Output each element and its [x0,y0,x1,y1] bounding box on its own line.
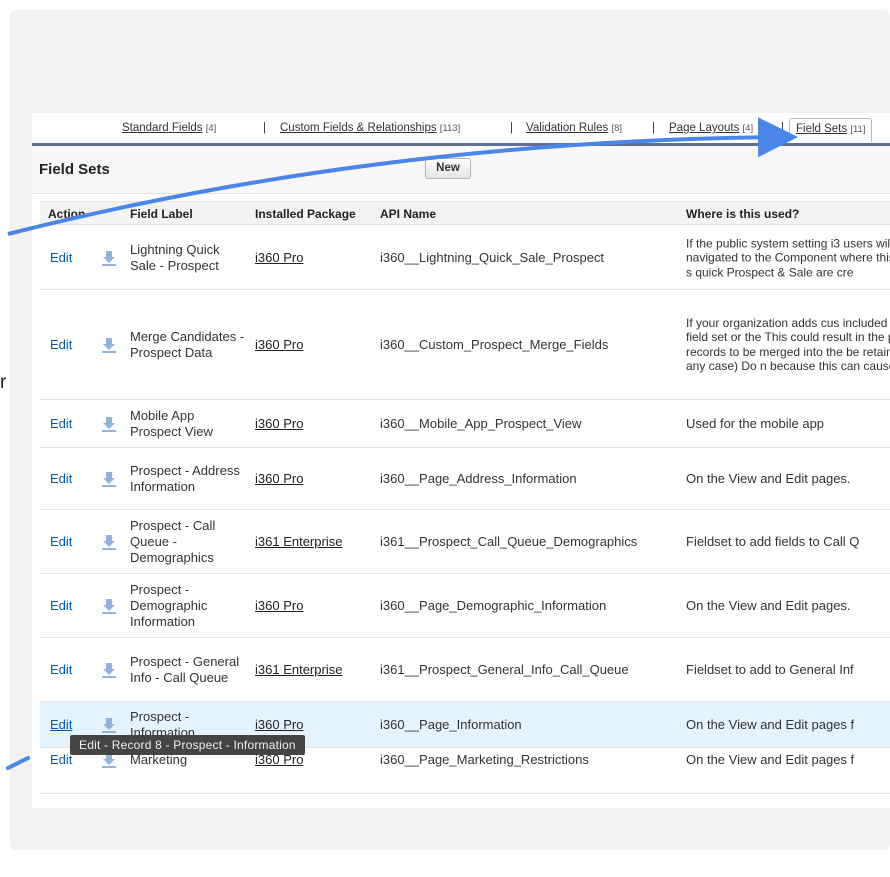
field-label: Prospect - General Info - Call Queue [130,653,240,685]
where-used: Fieldset to add fields to Call Q [686,533,860,549]
table-row: Edit Mobile App Prospect View i360 Pro i… [40,400,890,448]
package-link[interactable]: i360 Pro [255,337,303,353]
tab-custom-fields-relationships[interactable]: Custom Fields & Relationships [113] [280,122,460,134]
field-label: Prospect - Demographic Information [130,581,208,629]
column-header-where-used: Where is this used? [686,207,800,221]
edge-text-fragment: r [0,372,7,393]
column-header-action: Action [48,207,86,221]
package-link[interactable]: i360 Pro [255,416,303,432]
package-download-icon [100,470,118,488]
salesforce-field-sets-view: Standard Fields [4] | Custom Fields & Re… [32,113,890,808]
field-label: Mobile App Prospect View [130,407,213,439]
package-download-icon [100,415,118,433]
table-row: Edit Merge Candidates - Prospect Data i3… [40,290,890,400]
package-download-icon [100,597,118,615]
tab-page-layouts[interactable]: Page Layouts [4] [669,122,753,134]
api-name: i361__Prospect_General_Info_Call_Queue [380,661,629,677]
edit-link[interactable]: Edit [50,337,72,353]
field-label: Lightning Quick Sale - Prospect [130,241,220,273]
tab-standard-fields[interactable]: Standard Fields [4] [122,122,216,134]
api-name: i360__Page_Marketing_Restrictions [380,752,589,767]
panel-header: Field Sets New [32,146,890,194]
table-row: Edit Lightning Quick Sale - Prospect i36… [40,226,890,290]
package-link[interactable]: i361 Enterprise [255,662,342,678]
package-link[interactable]: i360 Pro [255,598,303,614]
field-sets-panel: Field Sets New Action Field Label Instal… [32,143,890,808]
column-header-field-label[interactable]: Field Label [130,207,193,221]
package-link[interactable]: i360 Pro [255,471,303,487]
field-label: Merge Candidates - Prospect Data [130,328,245,360]
api-name: i360__Mobile_App_Prospect_View [380,415,582,431]
edit-link[interactable]: Edit [50,598,72,614]
column-header-installed-package[interactable]: Installed Package [255,207,356,221]
edit-link[interactable]: Edit [50,662,72,678]
column-header-api-name[interactable]: API Name [380,207,436,221]
field-sets-table: Edit Lightning Quick Sale - Prospect i36… [40,226,890,794]
where-used: If the public system setting i3 users wi… [686,235,890,279]
api-name: i360__Page_Address_Information [380,470,577,486]
related-list-tabs: Standard Fields [4] | Custom Fields & Re… [32,113,890,143]
api-name: i361__Prospect_Call_Queue_Demographics [380,533,638,549]
edit-link[interactable]: Edit [50,534,72,550]
package-download-icon [100,336,118,354]
where-used: On the View and Edit pages f [686,716,855,732]
where-used: If your organization adds cus included i… [686,315,890,374]
panel-title: Field Sets [39,161,110,178]
new-button[interactable]: New [425,158,471,179]
package-download-icon [100,533,118,551]
api-name: i360__Custom_Prospect_Merge_Fields [380,336,609,352]
table-header: Action Field Label Installed Package API… [40,201,890,225]
package-download-icon [100,716,118,734]
package-download-icon [100,661,118,679]
package-link[interactable]: i360 Pro [255,717,303,733]
package-link[interactable]: i361 Enterprise [255,534,342,550]
where-used: Used for the mobile app [686,415,825,431]
field-label: Prospect - Address Information [130,462,240,494]
where-used: On the View and Edit pages f [686,752,855,767]
table-row: Edit Prospect - Call Queue - Demographic… [40,510,890,574]
tab-field-sets[interactable]: Field Sets [11] [789,118,873,142]
edit-link[interactable]: Edit [50,717,72,733]
where-used: Fieldset to add to General Inf [686,661,854,677]
package-link[interactable]: i360 Pro [255,250,303,266]
table-row: Edit Prospect - General Info - Call Queu… [40,638,890,702]
edit-link[interactable]: Edit [50,250,72,266]
field-label: Prospect - Call Queue - Demographics [130,517,216,565]
where-used: On the View and Edit pages. [686,597,851,613]
package-download-icon [100,249,118,267]
api-name: i360__Page_Information [380,716,522,732]
table-row: Edit Prospect - Address Information i360… [40,448,890,510]
edit-link[interactable]: Edit [50,416,72,432]
where-used: On the View and Edit pages. [686,470,851,486]
edit-link[interactable]: Edit [50,471,72,487]
edit-link-tooltip: Edit - Record 8 - Prospect - Information [70,735,305,755]
tab-validation-rules[interactable]: Validation Rules [8] [526,122,622,134]
api-name: i360__Page_Demographic_Information [380,597,607,613]
table-row: Edit Prospect - Demographic Information … [40,574,890,638]
edit-link[interactable]: Edit [50,752,72,768]
api-name: i360__Lightning_Quick_Sale_Prospect [380,249,605,265]
